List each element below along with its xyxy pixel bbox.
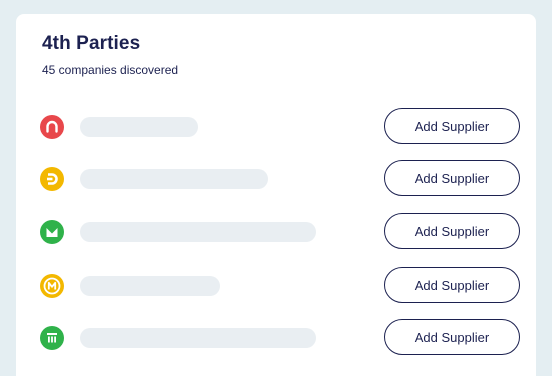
company-name-placeholder [80, 328, 316, 348]
panel-subtitle: 45 companies discovered [42, 63, 179, 77]
add-supplier-button[interactable]: Add Supplier [384, 213, 520, 249]
supplier-row: Add Supplier [16, 267, 536, 305]
supplier-row: Add Supplier [16, 319, 536, 357]
panel-title: 4th Parties [42, 33, 141, 54]
supplier-row: Add Supplier [16, 213, 536, 251]
red-arch-logo-icon [40, 115, 64, 139]
add-supplier-button[interactable]: Add Supplier [384, 160, 520, 196]
yellow-circle-m-logo-icon [40, 274, 64, 298]
add-supplier-button[interactable]: Add Supplier [384, 267, 520, 303]
company-name-placeholder [80, 222, 316, 242]
yellow-d-logo-icon [40, 167, 64, 191]
supplier-row: Add Supplier [16, 108, 536, 146]
green-columns-logo-icon [40, 326, 64, 350]
fourth-parties-card: 4th Parties 45 companies discovered Add … [16, 14, 536, 376]
company-name-placeholder [80, 169, 268, 189]
add-supplier-button[interactable]: Add Supplier [384, 319, 520, 355]
green-m-logo-icon [40, 220, 64, 244]
supplier-row: Add Supplier [16, 160, 536, 198]
add-supplier-button[interactable]: Add Supplier [384, 108, 520, 144]
company-name-placeholder [80, 276, 220, 296]
company-name-placeholder [80, 117, 198, 137]
